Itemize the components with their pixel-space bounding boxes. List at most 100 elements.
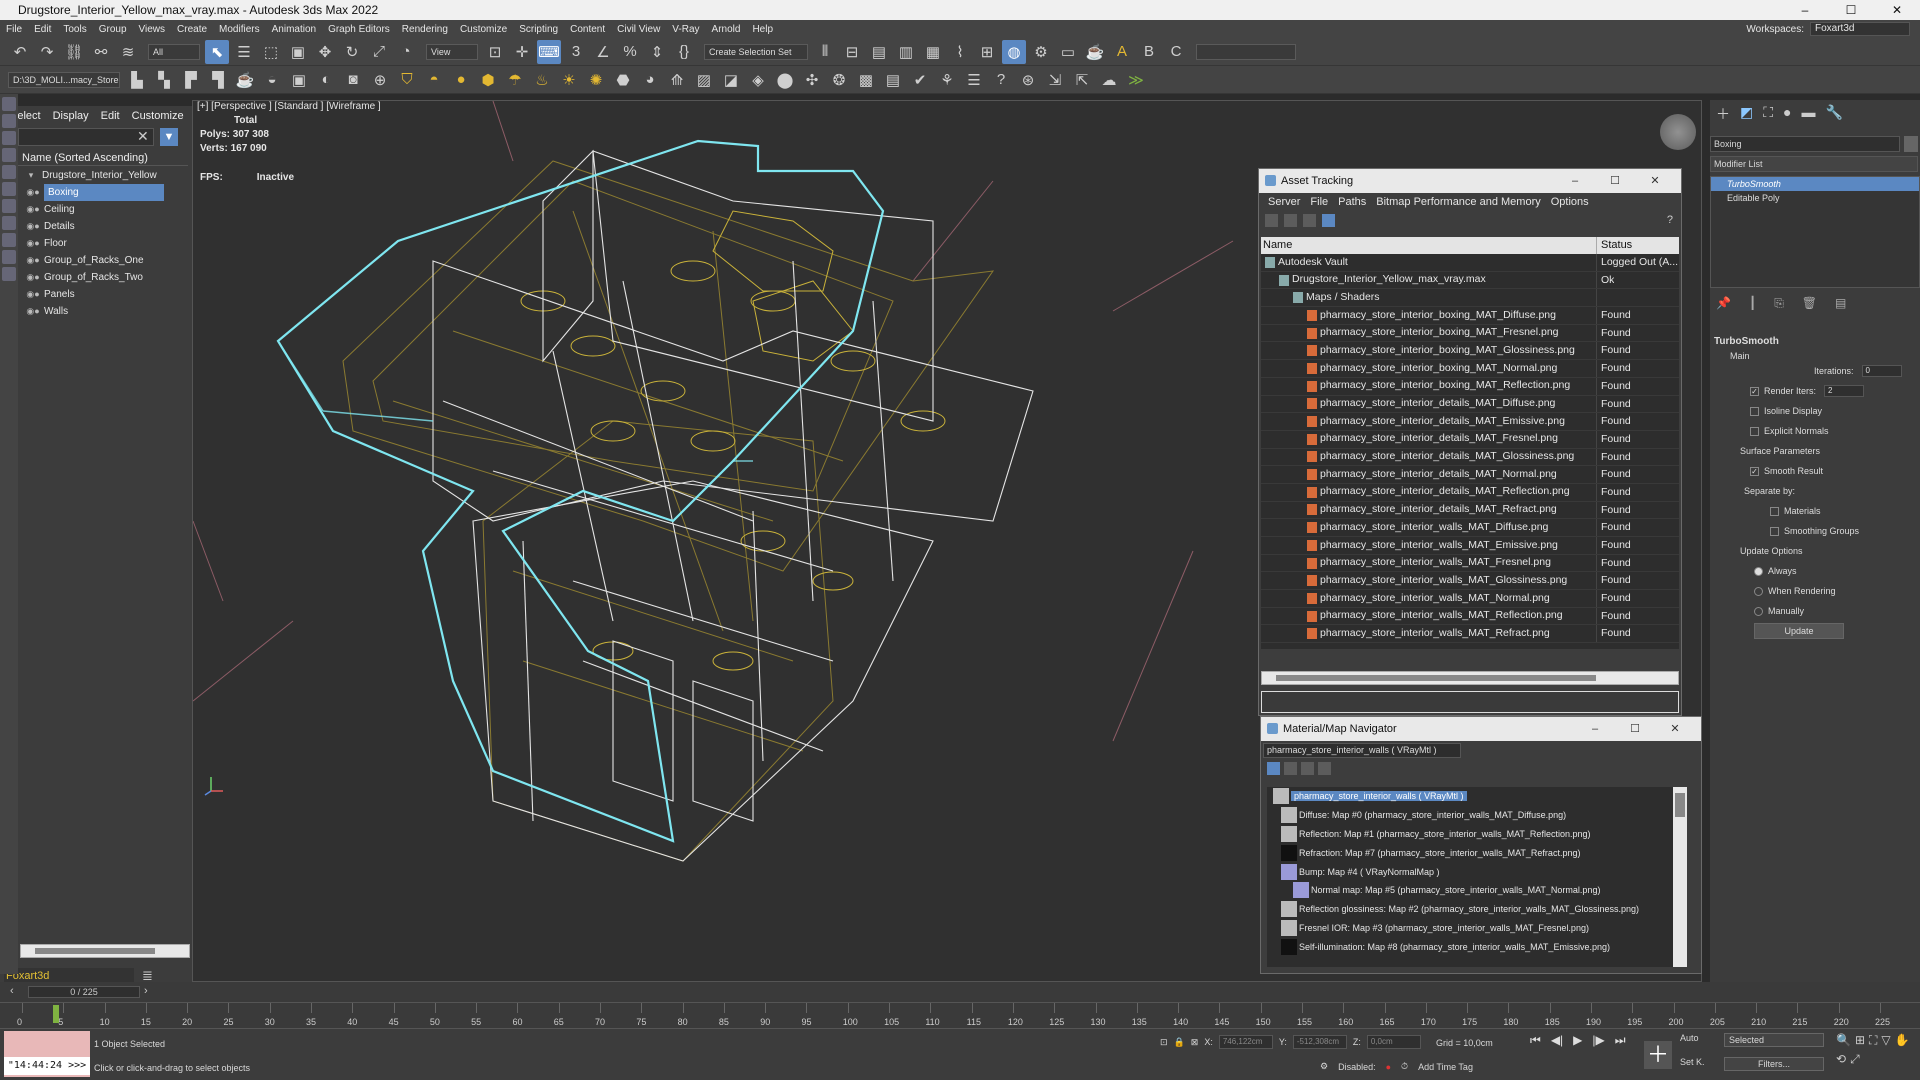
move-icon[interactable]: ✥ (313, 40, 337, 64)
scene-item-boxing[interactable]: ◉● Boxing (22, 184, 188, 201)
key-filter-dropdown[interactable]: Selected (1724, 1033, 1824, 1047)
vray-cloud-icon[interactable]: ☁ (1097, 68, 1121, 92)
visibility-icon[interactable]: ◉● (22, 235, 44, 252)
object-name-field[interactable]: Boxing (1710, 136, 1900, 152)
materials-checkbox[interactable] (1770, 506, 1779, 516)
vray-scene-icon[interactable]: ⚘ (935, 68, 959, 92)
key-filters-button[interactable]: Filters... (1724, 1057, 1824, 1071)
menu-tools[interactable]: Tools (57, 24, 92, 35)
lock-selection-icon[interactable]: 🔒 (1174, 1037, 1185, 1048)
material-navigator-titlebar[interactable]: Material/Map Navigator – ☐ ✕ (1261, 717, 1701, 741)
layer-add-icon[interactable]: ▛ (179, 68, 203, 92)
next-key-icon[interactable]: |▶ (1592, 1033, 1604, 1048)
percent-snap-icon[interactable]: % (618, 40, 642, 64)
column-status[interactable]: Status (1597, 237, 1632, 254)
vray-vfb-icon[interactable]: ▩ (854, 68, 878, 92)
adaptive-icon[interactable]: ⚙ (1320, 1061, 1328, 1072)
display-tab-icon[interactable]: ▬ (1802, 104, 1816, 124)
list-item[interactable]: Reflection: Map #1 (pharmacy_store_inter… (1267, 825, 1687, 844)
hierarchy-icon[interactable] (2, 114, 16, 128)
workspaces-dropdown[interactable]: Foxart3d (1810, 22, 1910, 36)
maximize-button[interactable]: ☐ (1828, 0, 1874, 20)
record-icon[interactable]: ● (1386, 1062, 1391, 1072)
table-row[interactable]: pharmacy_store_interior_walls_MAT_Normal… (1261, 590, 1679, 608)
spinner-snap-icon[interactable]: ⇕ (645, 40, 669, 64)
table-row[interactable]: Autodesk Vault Logged Out (A... (1261, 254, 1679, 272)
vray-import-icon[interactable]: ⇱ (1070, 68, 1094, 92)
placement-icon[interactable]: ◔ (394, 40, 418, 64)
explicit-normals-checkbox[interactable] (1750, 426, 1759, 436)
table-row[interactable]: pharmacy_store_interior_boxing_MAT_Refle… (1261, 377, 1679, 396)
help-icon[interactable]: ? (989, 68, 1013, 92)
utilities-tab-icon[interactable]: 🔧 (1826, 104, 1843, 124)
matnav-minimize-button[interactable]: – (1575, 717, 1615, 741)
table-row[interactable]: pharmacy_store_interior_details_MAT_Glos… (1261, 448, 1679, 467)
asset-tracking-titlebar[interactable]: Asset Tracking – ☐ ✕ (1259, 169, 1681, 193)
unlink-icon[interactable]: ⚯ (89, 40, 113, 64)
named-selection-set-dropdown[interactable]: Create Selection Set (704, 43, 808, 60)
always-radio[interactable] (1754, 566, 1763, 576)
viewcube-icon[interactable] (1660, 114, 1696, 150)
vray-sphere-icon[interactable]: ● (449, 68, 473, 92)
helper-icon[interactable]: ⊕ (368, 68, 392, 92)
render-iters-checkbox[interactable]: ✓ (1750, 386, 1759, 396)
set-key-icon[interactable]: ＋ (1644, 1041, 1672, 1069)
list-item[interactable]: Fresnel IOR: Map #3 (pharmacy_store_inte… (1267, 919, 1687, 938)
prev-frame-icon[interactable]: ‹ (10, 985, 14, 997)
table-row[interactable]: pharmacy_store_interior_details_MAT_Fres… (1261, 430, 1679, 449)
angle-snap-icon[interactable]: ∠ (591, 40, 615, 64)
camera-icon[interactable]: ◙ (341, 68, 365, 92)
object-color-swatch[interactable] (1904, 136, 1918, 152)
scene-column-header[interactable]: Name (Sorted Ascending) (18, 150, 188, 166)
render-setup-icon[interactable]: ⚙ (1029, 40, 1053, 64)
menu-create[interactable]: Create (171, 24, 213, 35)
curve-editor-icon[interactable]: ⌇ (948, 40, 972, 64)
vray-ies-icon[interactable]: ☂ (503, 68, 527, 92)
asset-close-button[interactable]: ✕ (1635, 169, 1675, 193)
visibility-icon[interactable]: ◉● (22, 201, 44, 218)
vray-export-icon[interactable]: ⇲ (1043, 68, 1067, 92)
snaps-toggle-icon[interactable]: 3 (564, 40, 588, 64)
redo-icon[interactable]: ↷ (35, 40, 59, 64)
layer-select-icon[interactable]: ▜ (206, 68, 230, 92)
vray-fur-icon[interactable]: ⟰ (665, 68, 689, 92)
table-row[interactable]: pharmacy_store_interior_walls_MAT_Glossi… (1261, 572, 1679, 591)
matnav-maximize-button[interactable]: ☐ (1615, 717, 1655, 741)
vray-sun-icon[interactable]: ☀ (557, 68, 581, 92)
material-scrollbar[interactable] (1673, 787, 1687, 967)
selection-filter-dropdown[interactable]: All (148, 43, 200, 60)
tab-edit[interactable]: Edit (101, 108, 120, 124)
asset-help-icon[interactable]: ? (1667, 214, 1673, 226)
menu-help[interactable]: Help (746, 24, 779, 35)
list-item[interactable]: Self-illumination: Map #8 (pharmacy_stor… (1267, 937, 1687, 956)
shape-filter-icon[interactable] (2, 182, 16, 196)
maxscript-clock[interactable]: "14:44:24 >>> (4, 1057, 90, 1075)
menu-animation[interactable]: Animation (266, 24, 322, 35)
motion-tab-icon[interactable]: ● (1783, 104, 1791, 124)
vray-mesh-clipper-icon[interactable]: ◪ (719, 68, 743, 92)
smoothing-groups-checkbox[interactable] (1770, 526, 1779, 536)
column-name[interactable]: Name (1261, 237, 1597, 254)
menu-edit[interactable]: Edit (28, 24, 57, 35)
pivot-icon[interactable]: ⊡ (483, 40, 507, 64)
table-row[interactable]: pharmacy_store_interior_boxing_MAT_Diffu… (1261, 307, 1679, 325)
menu-content[interactable]: Content (564, 24, 611, 35)
list-item[interactable]: pharmacy_store_interior_walls ( VRayMtl … (1267, 787, 1687, 806)
iterations-spinner[interactable]: 0 (1861, 365, 1902, 377)
scene-item-floor[interactable]: ◉● Floor (22, 235, 188, 252)
schematic-view-icon[interactable]: ⊞ (975, 40, 999, 64)
table-row[interactable]: pharmacy_store_interior_boxing_MAT_Norma… (1261, 360, 1679, 378)
render-iters-spinner[interactable]: 2 (1824, 385, 1865, 397)
light-filter-icon[interactable] (2, 131, 16, 145)
menu-scripting[interactable]: Scripting (513, 24, 564, 35)
link-icon[interactable]: ⛓ (62, 40, 86, 64)
maximize-viewport-icon[interactable]: ⤢ (1850, 1052, 1860, 1067)
zoom-extents-icon[interactable]: ⛶ (1869, 1033, 1877, 1048)
layer-icon[interactable]: ▚ (152, 68, 176, 92)
scene-root-row[interactable]: ▾ Drugstore_Interior_Yellow (20, 167, 186, 184)
filter-icon[interactable]: ▼ (160, 128, 178, 146)
asset-path-field[interactable] (1261, 691, 1679, 713)
show-end-result-icon[interactable]: ┃ (1749, 296, 1756, 311)
asset-menu-paths[interactable]: Paths (1333, 196, 1371, 208)
table-row[interactable]: pharmacy_store_interior_walls_MAT_Refrac… (1261, 625, 1679, 644)
